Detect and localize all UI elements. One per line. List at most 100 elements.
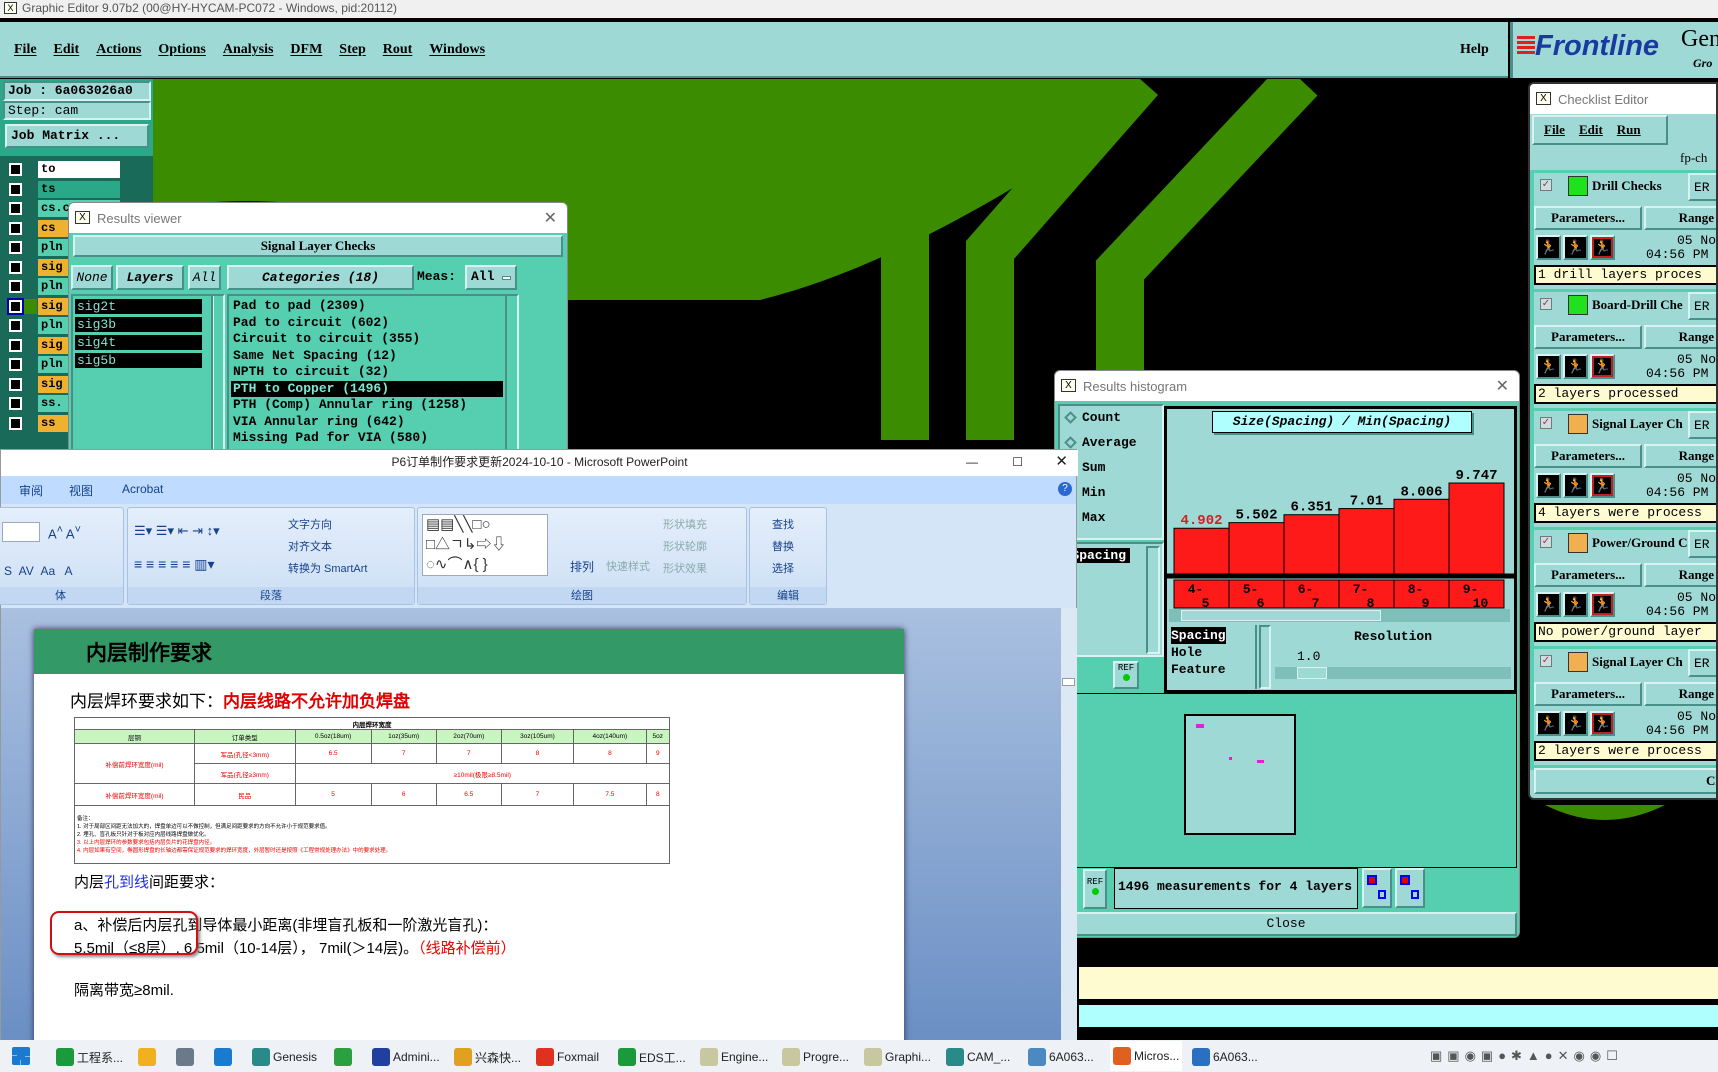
run-step-icon[interactable]: 🏃 — [1563, 354, 1588, 379]
category-item[interactable]: PTH (Comp) Annular ring (1258) — [231, 397, 503, 414]
layout-preview[interactable] — [1184, 714, 1296, 835]
layer-checkbox[interactable] — [9, 377, 22, 391]
layer-checkbox[interactable] — [9, 338, 22, 352]
taskbar-item[interactable]: 6A063... — [1192, 1046, 1258, 1068]
menu-rout[interactable]: Rout — [383, 42, 413, 58]
start-icon[interactable] — [12, 1047, 30, 1065]
layer-checkbox[interactable] — [9, 182, 22, 196]
attribute-scrollbar[interactable] — [1259, 625, 1271, 689]
scrollbar-thumb[interactable] — [1181, 610, 1381, 621]
run-all-icon[interactable]: 🏃 — [1590, 235, 1615, 260]
run-step-icon[interactable]: 🏃 — [1563, 235, 1588, 260]
checklist-menu-file[interactable]: File — [1544, 122, 1565, 138]
histogram-bar[interactable] — [1338, 508, 1395, 575]
run-all-icon[interactable]: 🏃 — [1590, 711, 1615, 736]
minimize-icon[interactable]: — — [966, 450, 978, 474]
taskbar-item[interactable]: CAM_... — [946, 1046, 1010, 1068]
histogram-bar[interactable] — [1393, 498, 1450, 575]
align-icons[interactable]: ≡ ≡ ≡ ≡ ≡ ▥▾ — [134, 556, 215, 573]
run-icon[interactable]: 🏃 — [1536, 711, 1561, 736]
enable-checkbox[interactable]: ✓ — [1540, 179, 1552, 191]
run-icon[interactable]: 🏃 — [1536, 592, 1561, 617]
layer-checkbox[interactable] — [9, 221, 22, 235]
taskbar-item[interactable]: Progre... — [782, 1046, 849, 1068]
layer-checkbox[interactable] — [9, 241, 22, 254]
category-item[interactable]: Same Net Spacing (12) — [231, 348, 503, 365]
taskbar-item[interactable]: Foxmail — [536, 1046, 599, 1068]
mode-count[interactable]: Count — [1060, 410, 1162, 435]
range-button[interactable]: Range — [1644, 563, 1716, 587]
replace-button[interactable]: 替换 — [772, 538, 794, 554]
parameters-button[interactable]: Parameters... — [1534, 563, 1642, 587]
taskbar-item[interactable]: Micros... — [1110, 1041, 1183, 1071]
align-text-button[interactable]: 对齐文本 — [288, 538, 332, 554]
taskbar-item[interactable] — [138, 1046, 159, 1068]
find-button[interactable]: 查找 — [772, 516, 794, 532]
category-item[interactable]: Pad to circuit (602) — [231, 315, 503, 332]
histogram-bar[interactable] — [1228, 522, 1285, 575]
grow-font-icon[interactable]: A˄ A˅ — [48, 524, 81, 541]
all-layers-button[interactable]: All — [188, 265, 221, 290]
status-er-button[interactable]: ER — [1688, 411, 1716, 439]
taskbar-item[interactable] — [176, 1046, 197, 1068]
layer-checkbox[interactable] — [9, 260, 22, 274]
select-button[interactable]: 选择 — [772, 560, 794, 576]
category-list-scrollbar[interactable] — [505, 294, 519, 461]
category-item[interactable]: Missing Pad for VIA (580) — [231, 430, 503, 447]
status-er-button[interactable]: ER — [1688, 530, 1716, 558]
histogram-bar[interactable] — [1283, 514, 1340, 575]
run-all-icon[interactable]: 🏃 — [1590, 473, 1615, 498]
tab-view[interactable]: 视图 — [69, 482, 93, 499]
taskbar-item[interactable]: Genesis — [252, 1046, 317, 1068]
layer-result-item[interactable]: sig3b — [75, 317, 202, 332]
slider-handle[interactable] — [1297, 667, 1327, 679]
meas-select[interactable]: All — [465, 265, 517, 290]
shape-fill-button[interactable]: 形状填充 — [663, 516, 707, 532]
chart-scrollbar[interactable] — [1169, 609, 1510, 622]
menu-file[interactable]: File — [14, 42, 37, 58]
taskbar-item[interactable]: Admini... — [372, 1046, 440, 1068]
menu-help[interactable]: Help — [1460, 42, 1489, 58]
run-icon[interactable]: 🏃 — [1536, 354, 1561, 379]
menu-edit[interactable]: Edit — [54, 42, 80, 58]
command-line[interactable] — [1079, 1003, 1718, 1027]
category-item[interactable]: PTH to Copper (1496) — [231, 380, 503, 397]
layer-result-item[interactable]: sig5b — [75, 353, 202, 368]
category-item[interactable]: Pad to pad (2309) — [231, 298, 503, 315]
shape-gallery[interactable]: ▤▤╲╲□○ □△ㄱ↳⇨⇩ ◌∿⌒∧{ } — [422, 514, 548, 576]
layer-list-scrollbar[interactable] — [211, 294, 225, 461]
text-format-icons[interactable]: S AV Aa A — [4, 564, 72, 578]
tab-review[interactable]: 审阅 — [19, 482, 43, 499]
checklist-close-button[interactable]: Cl — [1534, 768, 1716, 794]
scroll-thumb[interactable] — [1062, 678, 1075, 686]
taskbar-item[interactable] — [214, 1046, 235, 1068]
taskbar-item[interactable]: 兴森快... — [454, 1046, 521, 1068]
parameters-button[interactable]: Parameters... — [1534, 444, 1642, 468]
taskbar-item[interactable]: Engine... — [700, 1046, 768, 1068]
ref-button[interactable]: REF — [1113, 661, 1139, 689]
vertical-scrollbar[interactable] — [1061, 608, 1077, 1041]
import-histogram-button[interactable] — [1395, 868, 1425, 908]
shape-outline-button[interactable]: 形状轮廓 — [663, 538, 707, 554]
system-tray-icons[interactable]: ▣▣◉▣●✱▲●✕◉◉☐ — [1430, 1048, 1623, 1064]
enable-checkbox[interactable]: ✓ — [1540, 536, 1552, 548]
run-step-icon[interactable]: 🏃 — [1563, 592, 1588, 617]
help-icon[interactable]: ? — [1058, 482, 1072, 496]
text-direction-button[interactable]: 文字方向 — [288, 516, 332, 532]
close-button[interactable]: Close — [1055, 912, 1517, 936]
layer-result-item[interactable]: sig2t — [75, 299, 202, 314]
close-icon[interactable]: ✕ — [544, 208, 557, 228]
parameters-button[interactable]: Parameters... — [1534, 325, 1642, 349]
checklist-menu-run[interactable]: Run — [1617, 122, 1641, 138]
layers-button[interactable]: Layers — [116, 265, 184, 290]
layer-row[interactable]: ts — [6, 180, 124, 199]
menu-actions[interactable]: Actions — [96, 42, 141, 58]
menu-options[interactable]: Options — [158, 42, 205, 58]
layer-result-item[interactable]: sig4t — [75, 335, 202, 350]
histogram-bar[interactable] — [1173, 527, 1230, 575]
run-all-icon[interactable]: 🏃 — [1590, 354, 1615, 379]
range-button[interactable]: Range — [1644, 682, 1716, 706]
attribute-feature[interactable]: Feature — [1171, 661, 1251, 678]
resolution-slider[interactable] — [1275, 667, 1511, 679]
category-item[interactable]: NPTH to circuit (32) — [231, 364, 503, 381]
